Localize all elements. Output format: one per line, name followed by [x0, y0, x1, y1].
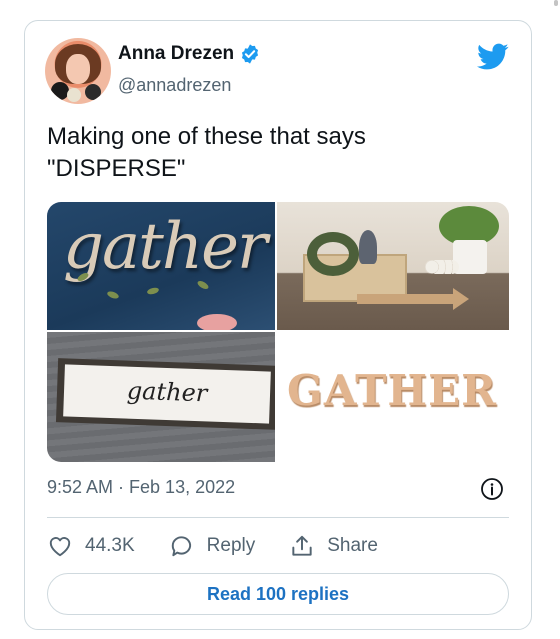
media-photo-tray-decor[interactable]: [277, 202, 509, 330]
photo-word-gather-script: gather: [63, 210, 268, 284]
media-photo-gather-script[interactable]: gather: [47, 202, 275, 330]
reply-button[interactable]: Reply: [169, 533, 256, 559]
share-button[interactable]: Share: [289, 533, 378, 559]
author-display-name[interactable]: Anna Drezen: [118, 43, 234, 65]
avatar[interactable]: [45, 38, 111, 104]
author-handle[interactable]: @annadrezen: [118, 75, 231, 96]
reply-bubble-icon: [171, 536, 191, 557]
media-photo-framed-sign[interactable]: gather: [47, 332, 275, 462]
read-replies-button[interactable]: Read 100 replies: [47, 573, 509, 615]
share-label: Share: [327, 535, 378, 556]
tweet-card: Anna Drezen @annadrezen Making one of th…: [24, 20, 532, 630]
tweet-timestamp[interactable]: 9:52 AM · Feb 13, 2022: [47, 477, 235, 498]
like-count: 44.3K: [85, 535, 135, 556]
action-bar: 44.3K Reply Share: [47, 531, 412, 561]
like-button[interactable]: 44.3K: [47, 533, 135, 559]
reply-label: Reply: [206, 535, 256, 556]
heart-icon: [49, 537, 71, 557]
media-photo-wood-letters[interactable]: GATHER: [277, 332, 509, 462]
verified-badge-icon: [242, 44, 259, 64]
share-icon: [292, 535, 312, 556]
page-scrollbar[interactable]: [554, 0, 558, 6]
photo-word-gather-sign: gather: [126, 376, 208, 408]
media-grid: gather gather GATHER: [47, 202, 509, 462]
info-icon[interactable]: [480, 477, 504, 501]
divider: [47, 517, 509, 518]
twitter-bird-icon[interactable]: [477, 43, 509, 71]
photo-word-gather-letters: GATHER: [287, 366, 498, 415]
author-name-row[interactable]: Anna Drezen: [118, 43, 261, 65]
tweet-text: Making one of these that says "DISPERSE": [47, 123, 366, 182]
